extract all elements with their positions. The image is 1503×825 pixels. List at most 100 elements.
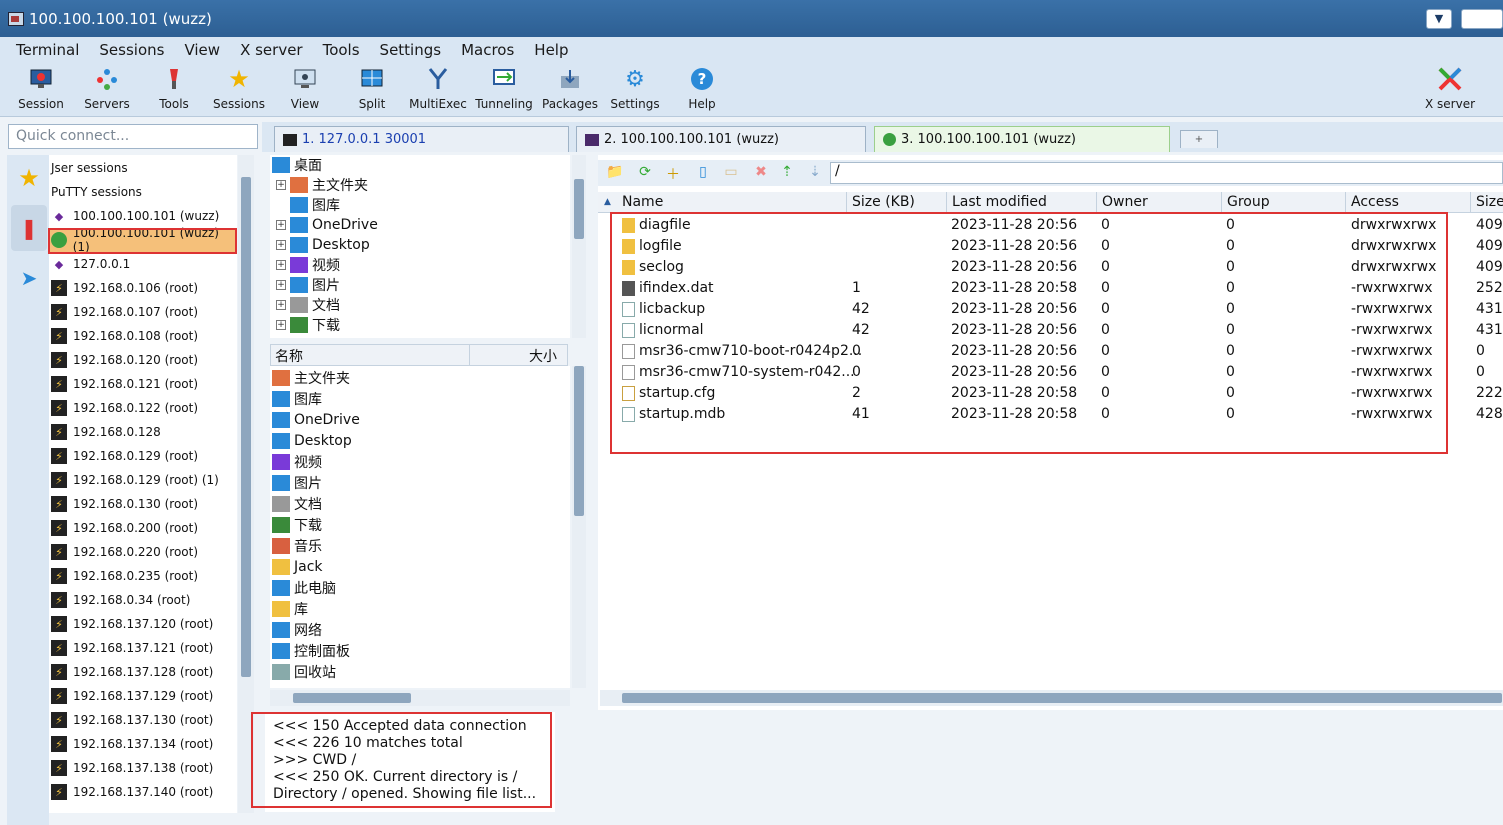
menu-sessions[interactable]: Sessions [99, 41, 164, 59]
sidebar-tab-sftp[interactable]: ➤ [11, 255, 47, 301]
session-item[interactable]: ⚡ 192.168.137.134 (root) [49, 732, 237, 756]
local-hscrollbar[interactable] [270, 690, 570, 706]
column-access[interactable]: Access [1351, 194, 1399, 210]
session-item[interactable]: ⚡ 192.168.137.121 (root) [49, 636, 237, 660]
local-hscroll-thumb[interactable] [293, 693, 411, 703]
menu-tools[interactable]: Tools [323, 41, 360, 59]
new-file-icon[interactable]: ▯ [694, 164, 712, 182]
tree-item[interactable]: 图库 [276, 195, 340, 215]
session-item[interactable]: ⚡ 192.168.0.121 (root) [49, 372, 237, 396]
local-list-item[interactable]: 库 [272, 598, 308, 619]
column-owner[interactable]: Owner [1102, 194, 1148, 210]
multiexec-button[interactable]: MultiExec [408, 65, 468, 111]
local-list-item[interactable]: 文档 [272, 493, 322, 514]
sidebar-tab-sessions[interactable]: ★ [11, 155, 47, 201]
session-item[interactable]: ⚡ 192.168.0.107 (root) [49, 300, 237, 324]
menu-view[interactable]: View [184, 41, 220, 59]
sessions-button[interactable]: ★ Sessions [210, 65, 268, 111]
session-item[interactable]: ⚡ 192.168.0.122 (root) [49, 396, 237, 420]
view-button[interactable]: View [284, 65, 326, 111]
tree-item[interactable]: + 文档 [276, 295, 340, 315]
tree-scrollbar[interactable] [572, 155, 586, 338]
tunneling-button[interactable]: Tunneling [472, 65, 536, 111]
tree-item[interactable]: + 主文件夹 [276, 175, 368, 195]
settings-button[interactable]: ⚙ Settings [608, 65, 662, 112]
tree-item-root[interactable]: 桌面 [272, 155, 322, 175]
session-item[interactable]: ⚡ 192.168.0.220 (root) [49, 540, 237, 564]
menu-settings[interactable]: Settings [380, 41, 442, 59]
session-item[interactable]: ⚡ 192.168.0.129 (root) [49, 444, 237, 468]
session-item[interactable]: ⚡ 192.168.137.140 (root) [49, 780, 237, 804]
expand-icon[interactable]: + [276, 280, 286, 290]
local-list-item[interactable]: 下载 [272, 514, 322, 535]
remote-hscrollbar[interactable] [600, 690, 1503, 706]
column-size[interactable]: Size (KB) [852, 194, 915, 210]
local-list-item[interactable]: 控制面板 [272, 640, 350, 661]
session-item[interactable]: ⚡ 192.168.0.129 (root) (1) [49, 468, 237, 492]
session-item[interactable]: ⚡ 192.168.0.34 (root) [49, 588, 237, 612]
column-name[interactable]: 名称 [275, 346, 303, 366]
parent-folder-icon[interactable]: 📁 [606, 164, 624, 182]
menu-macros[interactable]: Macros [461, 41, 514, 59]
column-name[interactable]: Name [622, 194, 663, 210]
local-list-item[interactable]: 网络 [272, 619, 322, 640]
tree-item[interactable]: + 图片 [276, 275, 340, 295]
download-icon[interactable]: ⇣ [806, 164, 824, 182]
local-list-item[interactable]: 音乐 [272, 535, 322, 556]
local-scroll-thumb[interactable] [574, 366, 584, 516]
local-list-item[interactable]: Desktop [272, 430, 352, 451]
dropdown-button[interactable]: ▼ [1426, 9, 1452, 29]
local-list-item[interactable]: OneDrive [272, 409, 360, 430]
expand-icon[interactable]: + [276, 220, 286, 230]
expand-icon[interactable]: + [276, 320, 286, 330]
new-folder-icon[interactable]: ＋ [664, 164, 682, 183]
open-icon[interactable]: ▭ [722, 164, 740, 182]
menu-help[interactable]: Help [534, 41, 568, 59]
session-group-putty[interactable]: PuTTY sessions [49, 180, 237, 204]
session-group-user[interactable]: Jser sessions [49, 156, 237, 180]
local-list-scrollbar[interactable] [572, 366, 586, 688]
local-list-item[interactable]: 图片 [272, 472, 322, 493]
xserver-button[interactable]: X server [1422, 65, 1478, 111]
session-item[interactable]: ◆ 127.0.0.1 [49, 252, 237, 276]
session-item[interactable]: ⚡ 192.168.137.128 (root) [49, 660, 237, 684]
refresh-icon[interactable]: ⟳ [636, 164, 654, 182]
new-tab-button[interactable]: + [1180, 130, 1218, 148]
window-controls[interactable] [1461, 9, 1503, 29]
upload-icon[interactable]: ⇡ [778, 164, 796, 182]
expand-icon[interactable]: + [276, 240, 286, 250]
session-item[interactable]: ⚡ 192.168.0.128 [49, 420, 237, 444]
session-item[interactable]: ⚡ 192.168.0.106 (root) [49, 276, 237, 300]
menu-terminal[interactable]: Terminal [16, 41, 79, 59]
session-button[interactable]: Session [16, 65, 66, 111]
local-list-item[interactable]: 图库 [272, 388, 322, 409]
menu-xserver[interactable]: X server [240, 41, 303, 59]
local-list-item[interactable]: 回收站 [272, 661, 336, 682]
tree-item[interactable]: + 视频 [276, 255, 340, 275]
expand-icon[interactable]: + [276, 260, 286, 270]
servers-button[interactable]: Servers [82, 65, 132, 111]
session-item[interactable]: ◆ 100.100.100.101 (wuzz) [49, 204, 237, 228]
remote-hscroll-thumb[interactable] [622, 693, 1502, 703]
tab-session-3-active[interactable]: 3. 100.100.100.101 (wuzz) [874, 126, 1170, 152]
packages-button[interactable]: Packages [540, 65, 600, 111]
column-group[interactable]: Group [1227, 194, 1270, 210]
session-item[interactable]: ⚡ 192.168.137.138 (root) [49, 756, 237, 780]
local-list-item[interactable]: 此电脑 [272, 577, 336, 598]
column-size[interactable]: 大小 [529, 346, 557, 366]
session-item[interactable]: ⚡ 192.168.0.235 (root) [49, 564, 237, 588]
expand-icon[interactable]: + [276, 300, 286, 310]
expand-icon[interactable]: + [276, 180, 286, 190]
tree-item[interactable]: + OneDrive [276, 215, 378, 235]
delete-icon[interactable]: ✖ [752, 164, 770, 182]
help-button[interactable]: ? Help [684, 65, 720, 111]
session-item[interactable]: ⚡ 192.168.137.129 (root) [49, 684, 237, 708]
session-item[interactable]: ⚡ 192.168.0.200 (root) [49, 516, 237, 540]
column-size2[interactable]: Size [1476, 194, 1503, 210]
remote-path-input[interactable]: / [830, 162, 1503, 184]
session-item[interactable]: ⚡ 192.168.0.120 (root) [49, 348, 237, 372]
quick-connect-input[interactable]: Quick connect... [8, 124, 258, 149]
local-list-item[interactable]: 视频 [272, 451, 322, 472]
session-item[interactable]: ⚡ 192.168.137.130 (root) [49, 708, 237, 732]
tools-button[interactable]: Tools [150, 65, 198, 111]
